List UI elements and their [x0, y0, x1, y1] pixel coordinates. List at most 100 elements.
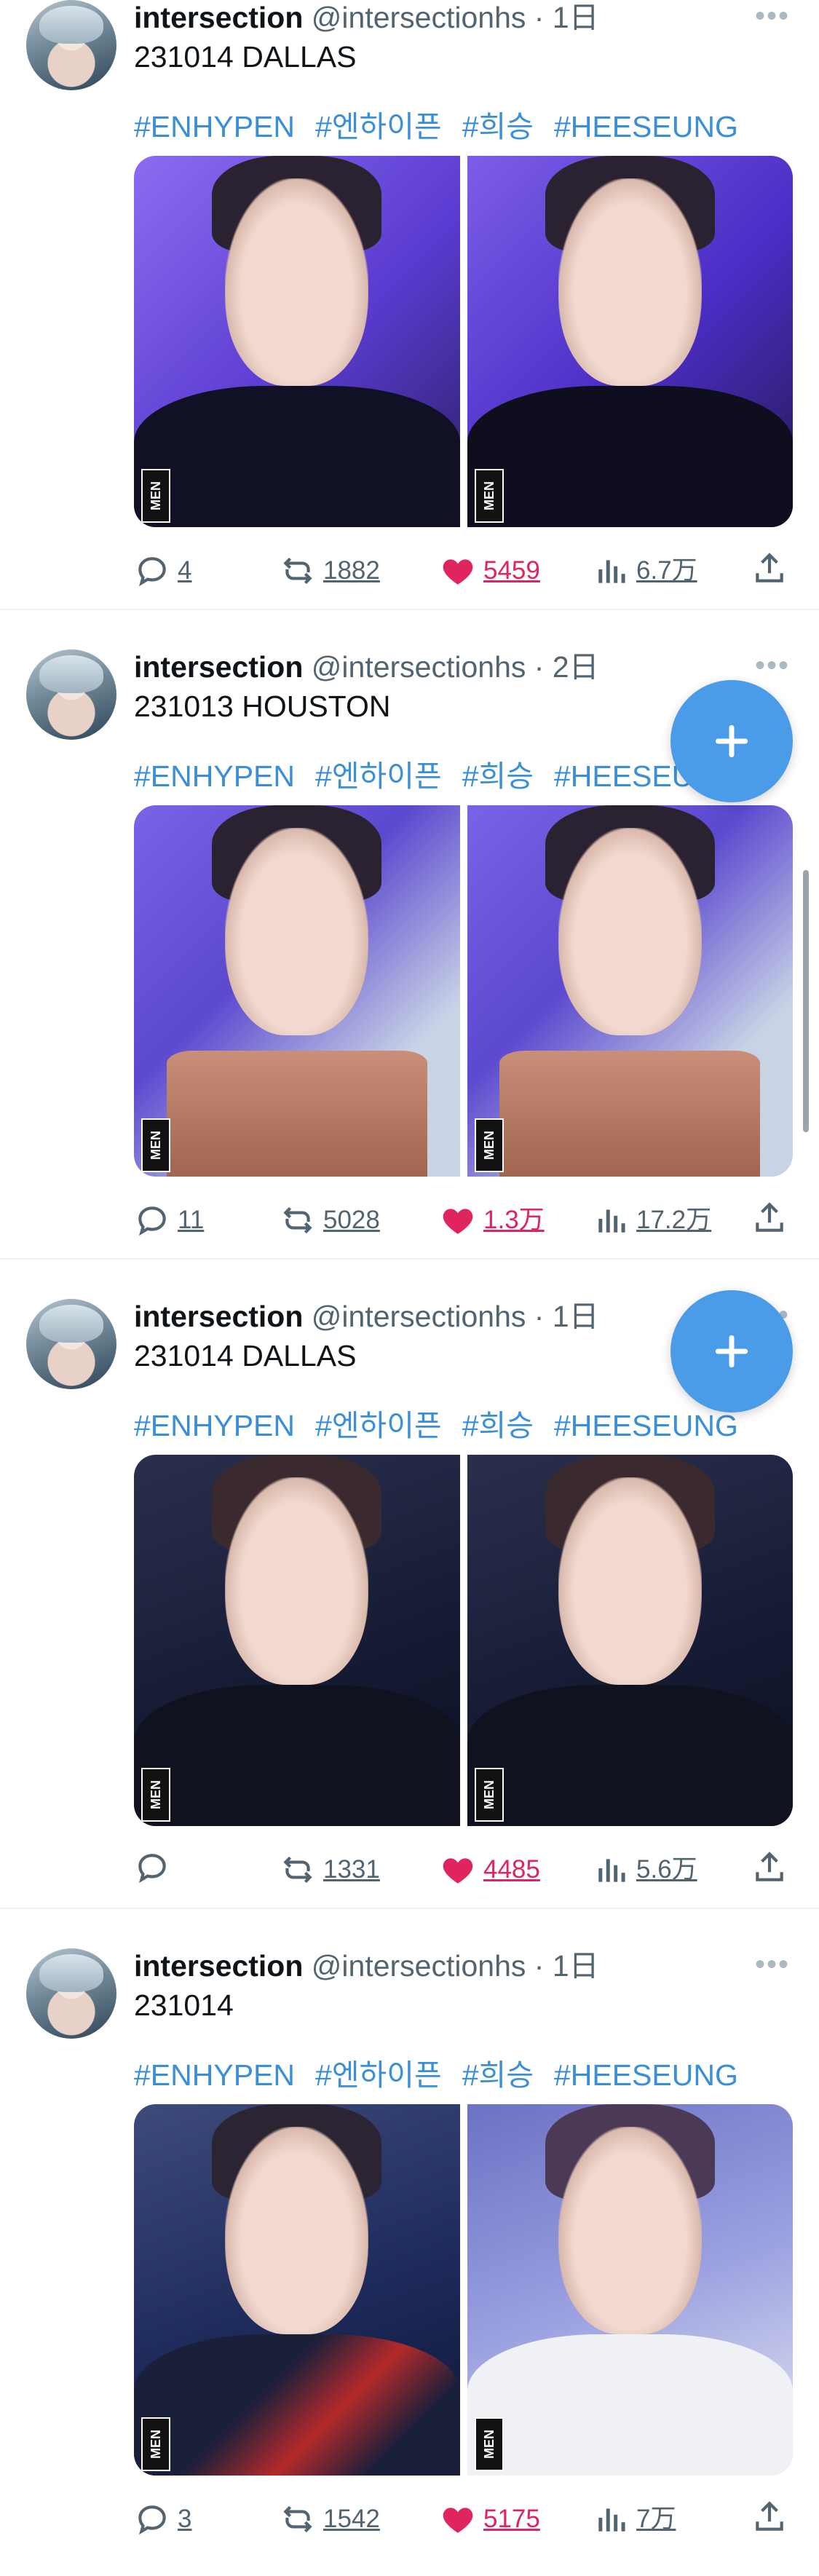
- hashtag-link[interactable]: #HEESEUNG: [554, 1409, 738, 1442]
- scrollbar-thumb[interactable]: [803, 870, 809, 1132]
- avatar[interactable]: [26, 1948, 116, 2039]
- user-handle[interactable]: @intersectionhs: [312, 1949, 526, 1983]
- hashtag-link[interactable]: #엔하이픈: [315, 2058, 442, 2092]
- like-button[interactable]: 5459: [440, 550, 540, 591]
- views-button[interactable]: 5.6万: [593, 1849, 697, 1890]
- tweet-text: 231014: [134, 1988, 234, 2022]
- compose-tweet-button[interactable]: [670, 680, 793, 802]
- retweet-icon: [283, 557, 312, 585]
- hashtag-link[interactable]: #희승: [462, 110, 534, 143]
- share-button[interactable]: [751, 550, 788, 587]
- tweet-header: intersection @intersectionhs · 1日: [134, 0, 599, 35]
- hashtag-link[interactable]: #엔하이픈: [315, 110, 442, 143]
- hashtag-link[interactable]: #HEESEUNG: [554, 110, 738, 143]
- media-photo[interactable]: MEN: [467, 2104, 793, 2476]
- display-name[interactable]: intersection: [134, 650, 303, 684]
- hashtag-link[interactable]: #희승: [462, 1409, 534, 1442]
- media-photo[interactable]: MEN: [134, 1455, 460, 1826]
- watermark-logo: MEN: [141, 1768, 170, 1822]
- like-button[interactable]: 5175: [440, 2499, 540, 2540]
- timestamp[interactable]: · 1日: [534, 1, 599, 34]
- compose-tweet-button[interactable]: [670, 1290, 793, 1413]
- view-count: 6.7万: [636, 556, 697, 585]
- more-options-icon[interactable]: •••: [755, 1, 790, 31]
- hashtag-link[interactable]: #HEESEUNG: [554, 2058, 738, 2092]
- media-photo[interactable]: MEN: [134, 156, 460, 527]
- hashtag-list: #ENHYPEN #엔하이픈 #희승 #HEESEUNG: [134, 2056, 738, 2094]
- like-button[interactable]: 4485: [440, 1849, 540, 1890]
- tweet-text: 231014 DALLAS: [134, 1339, 357, 1372]
- timestamp[interactable]: · 1日: [534, 1949, 599, 1983]
- hashtag-link[interactable]: #ENHYPEN: [134, 759, 295, 793]
- media-grid: MEN MEN: [134, 2104, 793, 2476]
- tweet[interactable]: intersection @intersectionhs · 1日 ••• 23…: [0, 1928, 819, 2576]
- like-count: 5459: [483, 556, 540, 585]
- like-count: 4485: [483, 1855, 540, 1884]
- watermark-logo: MEN: [474, 1768, 504, 1822]
- avatar[interactable]: [26, 0, 116, 90]
- user-handle[interactable]: @intersectionhs: [312, 1300, 526, 1333]
- watermark-logo: MEN: [141, 469, 170, 523]
- hashtag-list: #ENHYPEN #엔하이픈 #희승 #HEESEUNG: [134, 1407, 738, 1445]
- user-handle[interactable]: @intersectionhs: [312, 1, 526, 34]
- retweet-button[interactable]: 1882: [280, 550, 380, 591]
- hashtag-link[interactable]: #희승: [462, 2058, 534, 2092]
- tweet-actions: 3 1542 5175 7万: [134, 2499, 793, 2540]
- views-chart-icon: [598, 2508, 625, 2532]
- hashtag-link[interactable]: #ENHYPEN: [134, 2058, 295, 2092]
- views-button[interactable]: 17.2万: [593, 1200, 711, 1241]
- tweet-divider: [0, 609, 819, 610]
- reply-count: 4: [178, 556, 192, 585]
- retweet-button[interactable]: 1331: [280, 1849, 380, 1890]
- hashtag-link[interactable]: #희승: [462, 759, 534, 793]
- retweet-button[interactable]: 5028: [280, 1200, 380, 1241]
- retweet-button[interactable]: 1542: [280, 2499, 380, 2540]
- avatar[interactable]: [26, 1299, 116, 1389]
- user-handle[interactable]: @intersectionhs: [312, 650, 526, 684]
- views-button[interactable]: 7万: [593, 2499, 676, 2540]
- view-count: 5.6万: [636, 1855, 697, 1884]
- timestamp[interactable]: · 1日: [534, 1300, 599, 1333]
- hashtag-link[interactable]: #ENHYPEN: [134, 1409, 295, 1442]
- share-button[interactable]: [751, 2499, 788, 2535]
- like-count: 5175: [483, 2505, 540, 2533]
- tweet-header: intersection @intersectionhs · 2日: [134, 649, 599, 684]
- avatar[interactable]: [26, 649, 116, 740]
- hashtag-link[interactable]: #ENHYPEN: [134, 110, 295, 143]
- display-name[interactable]: intersection: [134, 1300, 303, 1333]
- display-name[interactable]: intersection: [134, 1949, 303, 1983]
- reply-button[interactable]: 11: [134, 1200, 204, 1241]
- tweet-actions: 4 1882 5459 6.7万: [134, 550, 793, 591]
- share-icon: [756, 1852, 783, 1881]
- retweet-icon: [283, 2505, 312, 2533]
- reply-button[interactable]: 3: [134, 2499, 191, 2540]
- heart-filled-icon: [443, 1209, 473, 1234]
- tweet[interactable]: intersection @intersectionhs · 1日 ••• 23…: [0, 0, 819, 628]
- media-photo[interactable]: MEN: [134, 2104, 460, 2476]
- media-photo[interactable]: MEN: [467, 156, 793, 527]
- display-name[interactable]: intersection: [134, 1, 303, 34]
- views-button[interactable]: 6.7万: [593, 550, 697, 591]
- media-photo[interactable]: MEN: [467, 1455, 793, 1826]
- retweet-count: 1331: [323, 1855, 380, 1884]
- media-photo[interactable]: MEN: [467, 805, 793, 1177]
- view-count: 7万: [636, 2505, 676, 2533]
- reply-button[interactable]: [134, 1849, 178, 1886]
- share-button[interactable]: [751, 1200, 788, 1236]
- tweet-divider: [0, 1258, 819, 1260]
- tweet-text: 231014 DALLAS: [134, 40, 357, 74]
- reply-button[interactable]: 4: [134, 550, 191, 591]
- media-photo[interactable]: MEN: [134, 805, 460, 1177]
- watermark-logo: MEN: [474, 2417, 504, 2471]
- tweet-actions: 11 5028 1.3万 17.2万: [134, 1200, 793, 1241]
- more-options-icon[interactable]: •••: [755, 651, 790, 680]
- like-button[interactable]: 1.3万: [440, 1200, 545, 1241]
- hashtag-link[interactable]: #엔하이픈: [315, 1409, 442, 1442]
- more-options-icon[interactable]: •••: [755, 1950, 790, 1979]
- share-icon: [756, 2501, 783, 2531]
- share-button[interactable]: [751, 1849, 788, 1886]
- plus-icon: [715, 724, 748, 758]
- timestamp[interactable]: · 2日: [534, 650, 599, 684]
- view-count: 17.2万: [636, 1206, 712, 1234]
- hashtag-link[interactable]: #엔하이픈: [315, 759, 442, 793]
